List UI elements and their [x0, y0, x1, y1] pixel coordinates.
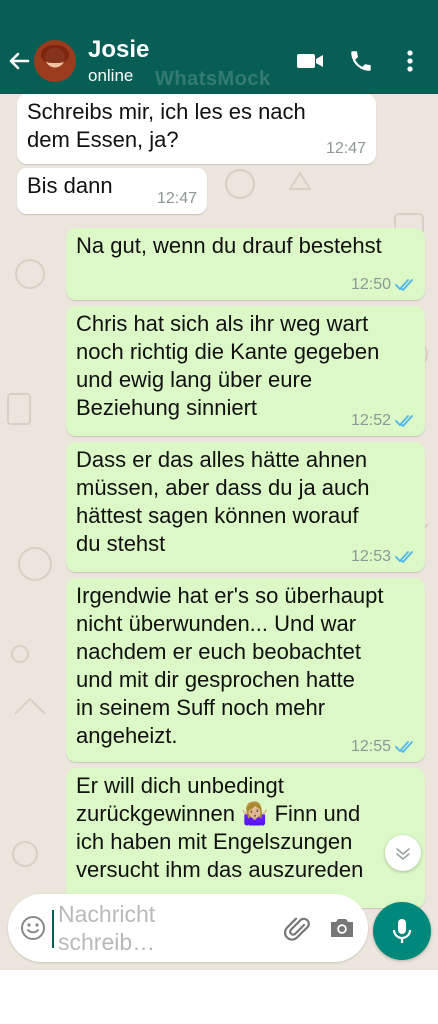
contact-status: online	[88, 66, 134, 85]
scroll-down-button[interactable]	[385, 835, 421, 871]
message-bubble-outgoing[interactable]: Chris hat sich als ihr weg wart noch ric…	[66, 306, 425, 436]
video-call-icon[interactable]	[296, 48, 324, 74]
mic-icon	[392, 919, 412, 943]
chat-header: Josie online WhatsMock	[0, 28, 438, 94]
message-bubble-outgoing[interactable]: Na gut, wenn du drauf bestehst 12:50	[66, 228, 425, 300]
camera-icon[interactable]	[328, 916, 356, 940]
avatar[interactable]	[34, 40, 76, 82]
message-time: 12:50	[351, 276, 415, 294]
chevron-down-icon	[396, 848, 410, 861]
message-input[interactable]: Nachricht schreib…	[58, 900, 238, 956]
message-text: Na gut, wenn du drauf bestehst	[76, 233, 382, 258]
message-bubble-incoming[interactable]: Schreibs mir, ich les es nach dem Essen,…	[17, 94, 376, 164]
message-time: 12:47	[156, 190, 197, 207]
chat-area[interactable]: Schreibs mir, ich les es nach dem Essen,…	[0, 94, 438, 970]
double-check-icon	[395, 414, 415, 427]
message-time: 12:47	[325, 140, 366, 157]
phone-icon[interactable]	[348, 48, 376, 74]
message-time: 12:52	[351, 412, 415, 430]
attach-icon[interactable]	[284, 914, 312, 942]
message-bubble-incoming[interactable]: Bis dann 12:47	[17, 168, 207, 214]
message-text: Schreibs mir, ich les es nach dem Essen,…	[27, 99, 306, 152]
message-text: Er will dich unbedingt zurückgewinnen 🤷🏼…	[76, 773, 364, 882]
message-text: Irgendwie hat er's so überhaupt nicht üb…	[76, 583, 384, 748]
contact-name[interactable]: Josie	[88, 36, 149, 64]
text-caret	[52, 910, 54, 948]
message-time: 12:55	[351, 738, 415, 756]
double-check-icon	[395, 550, 415, 563]
message-composer[interactable]: Nachricht schreib…	[8, 894, 368, 962]
message-bubble-outgoing[interactable]: Dass er das alles hätte ahnen müssen, ab…	[66, 442, 425, 572]
message-bubble-outgoing[interactable]: Er will dich unbedingt zurückgewinnen 🤷🏼…	[66, 768, 425, 908]
status-bar	[0, 0, 438, 28]
back-arrow-icon[interactable]	[6, 48, 32, 74]
watermark: WhatsMock	[155, 68, 271, 90]
message-bubble-outgoing[interactable]: Irgendwie hat er's so überhaupt nicht üb…	[66, 578, 425, 762]
double-check-icon	[395, 278, 415, 291]
message-text: Bis dann	[27, 173, 113, 198]
double-check-icon	[395, 740, 415, 753]
more-vert-icon[interactable]	[400, 48, 420, 74]
message-time: 12:53	[351, 548, 415, 566]
message-text: Chris hat sich als ihr weg wart noch ric…	[76, 311, 380, 420]
emoji-icon[interactable]	[20, 915, 46, 941]
mic-button[interactable]	[373, 902, 431, 960]
message-text: Dass er das alles hätte ahnen müssen, ab…	[76, 447, 370, 556]
